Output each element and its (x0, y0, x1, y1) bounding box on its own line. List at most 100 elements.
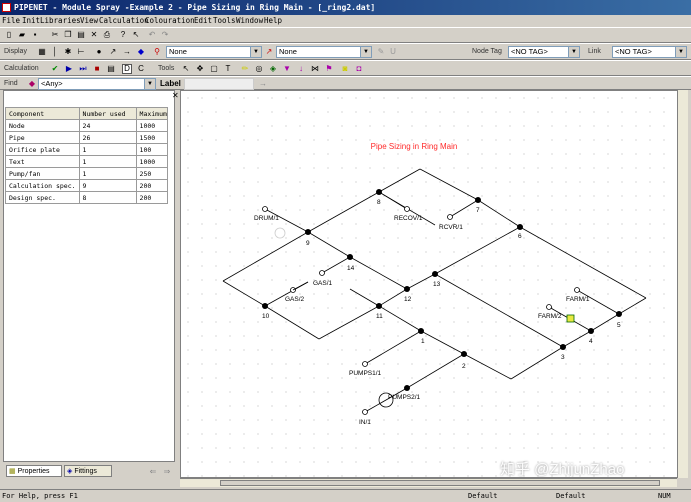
save-icon[interactable]: ▪ (30, 30, 40, 40)
node-1[interactable] (418, 328, 424, 334)
table-row[interactable]: Pump/fan 1 250 (5, 167, 168, 180)
paste-icon[interactable]: ▤ (76, 30, 86, 40)
chevron-down-icon[interactable]: ▼ (675, 47, 686, 57)
node-11[interactable] (376, 303, 382, 309)
find-icon[interactable]: ◆ (27, 79, 37, 89)
chevron-down-icon[interactable]: ▼ (568, 47, 579, 57)
menu-init[interactable]: Init (22, 15, 40, 27)
node-2[interactable] (461, 351, 467, 357)
c-toggle-button[interactable]: C (136, 64, 146, 74)
run-icon[interactable]: ▶ (64, 64, 74, 74)
bracket-icon[interactable]: ⊢ (76, 47, 86, 57)
scroll-thumb[interactable] (220, 480, 660, 486)
horizontal-scrollbar[interactable] (180, 478, 677, 487)
go-arrow-icon[interactable]: → (258, 79, 268, 89)
menu-tools[interactable]: Tools (213, 15, 236, 27)
terminal-gas1[interactable] (319, 270, 325, 276)
network-diagram[interactable]: Pipe Sizing in Ring Main 1 2 3 4 5 6 7 8… (181, 91, 688, 478)
node-12[interactable] (404, 286, 410, 292)
flow-direction-icon[interactable]: ◆ (136, 47, 146, 57)
node-6[interactable] (517, 224, 523, 230)
orifice-icon[interactable]: ◙ (340, 64, 350, 74)
link-colour-icon[interactable]: ↗ (264, 47, 274, 57)
context-help-icon[interactable]: ↖ (131, 30, 141, 40)
vertical-line-icon[interactable]: │ (50, 47, 60, 57)
copy-icon[interactable]: ❐ (63, 30, 73, 40)
node-10[interactable] (262, 303, 268, 309)
component-icon[interactable]: ◘ (354, 64, 364, 74)
tab-properties[interactable]: ▦ Properties (6, 465, 62, 477)
node-8[interactable] (376, 189, 382, 195)
valve-icon[interactable]: ◈ (268, 64, 278, 74)
terminal-drum[interactable] (262, 206, 268, 212)
menu-view[interactable]: View (80, 15, 98, 27)
help-icon[interactable]: ? (118, 30, 128, 40)
table-row[interactable]: Design spec. 8 200 (5, 191, 168, 204)
terminal-recov[interactable] (404, 206, 410, 212)
select-box-icon[interactable]: ▢ (209, 64, 219, 74)
text-tool-icon[interactable]: T (223, 64, 233, 74)
down-arrow-icon[interactable]: ↓ (296, 64, 306, 74)
move-icon[interactable]: ✥ (195, 64, 205, 74)
node-5[interactable] (616, 311, 622, 317)
new-file-icon[interactable]: ▯ (4, 30, 14, 40)
table-row[interactable]: Text 1 1000 (5, 155, 168, 168)
close-icon[interactable]: ✕ (172, 91, 179, 100)
node-3[interactable] (560, 344, 566, 350)
search-icon[interactable]: ⚲ (152, 47, 162, 57)
u-icon[interactable]: U (388, 47, 398, 57)
pen-icon[interactable]: ✎ (376, 47, 386, 57)
bowtie-icon[interactable]: ⋈ (310, 64, 320, 74)
chevron-down-icon[interactable]: ▼ (144, 79, 155, 89)
diagonal-pipe-icon[interactable]: ↗ (108, 47, 118, 57)
delete-icon[interactable]: ✕ (89, 30, 99, 40)
node-4[interactable] (588, 328, 594, 334)
menu-libraries[interactable]: Libraries (40, 15, 81, 27)
next-icon[interactable]: ⇒ (162, 467, 172, 477)
open-folder-icon[interactable]: ▰ (17, 30, 27, 40)
print-icon[interactable]: ⎙ (102, 30, 112, 40)
results-icon[interactable]: ■ (92, 64, 102, 74)
table-row[interactable]: Calculation spec. 9 200 (5, 179, 168, 192)
menu-edit[interactable]: Edit (194, 15, 212, 27)
menu-window[interactable]: Window (236, 15, 263, 27)
step-icon[interactable]: ⏭ (78, 64, 88, 74)
check-icon[interactable]: ✔ (50, 64, 60, 74)
find-combo[interactable]: <Any> ▼ (38, 78, 156, 90)
grid-icon[interactable]: ▦ (37, 47, 47, 57)
node-14[interactable] (347, 254, 353, 260)
chevron-down-icon[interactable]: ▼ (250, 47, 261, 57)
chevron-down-icon[interactable]: ▼ (360, 47, 371, 57)
select-arrow-icon[interactable]: ↖ (181, 64, 191, 74)
link-display-combo[interactable]: None ▼ (276, 46, 372, 58)
redo-icon[interactable]: ↷ (160, 30, 170, 40)
report-icon[interactable]: ▤ (106, 64, 116, 74)
orifice-plate-icon[interactable] (566, 314, 575, 323)
terminal-rcvr[interactable] (447, 214, 453, 220)
cut-icon[interactable]: ✂ (50, 30, 60, 40)
node-pipe-icon[interactable]: ● (94, 47, 104, 57)
terminal-farm1[interactable] (574, 287, 580, 293)
pencil-icon[interactable]: ✏ (240, 64, 250, 74)
undo-icon[interactable]: ↶ (147, 30, 157, 40)
cross-icon[interactable]: ✱ (63, 47, 73, 57)
menu-colouration[interactable]: Colouration (145, 15, 195, 27)
table-row[interactable]: Orifice plate 1 100 (5, 143, 168, 156)
nozzle-icon[interactable]: ▼ (282, 64, 292, 74)
terminal-in[interactable] (362, 409, 368, 415)
network-canvas[interactable]: Pipe Sizing in Ring Main 1 2 3 4 5 6 7 8… (180, 90, 688, 478)
table-row[interactable]: Pipe 26 1500 (5, 131, 168, 144)
node-tag-combo[interactable]: <NO TAG> ▼ (508, 46, 580, 58)
table-row[interactable]: Node 24 1000 (5, 119, 168, 132)
node-13[interactable] (432, 271, 438, 277)
d-toggle-button[interactable]: D (122, 64, 132, 74)
menu-calculation[interactable]: Calculation (99, 15, 149, 27)
tab-fittings[interactable]: ◈ Fittings (64, 465, 112, 477)
previous-icon[interactable]: ⇐ (148, 467, 158, 477)
terminal-farm2[interactable] (546, 304, 552, 310)
node-pump-outlet[interactable] (404, 385, 410, 391)
menu-file[interactable]: File (2, 15, 20, 27)
terminal-pumps1[interactable] (362, 361, 368, 367)
vertical-scrollbar[interactable] (677, 90, 688, 478)
menu-help[interactable]: Help (264, 15, 282, 27)
